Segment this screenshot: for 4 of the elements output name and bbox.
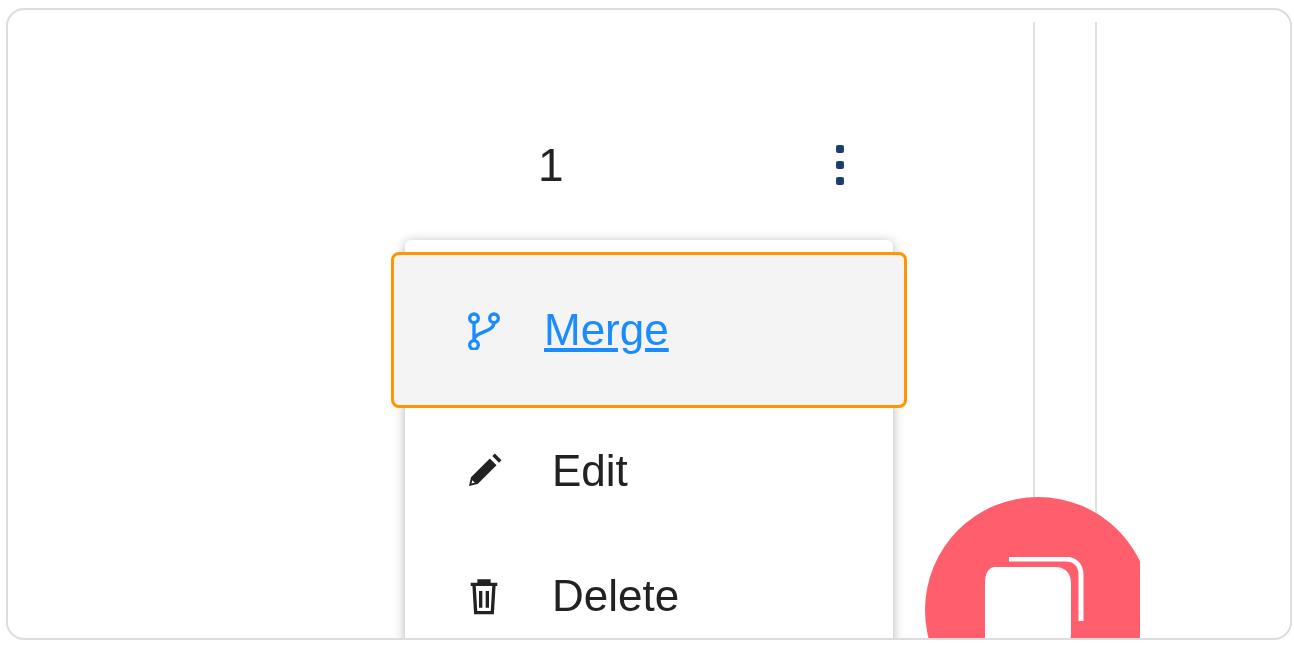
more-options-icon[interactable]: [833, 143, 846, 187]
menu-item[interactable]: Edit: [391, 408, 907, 533]
count-value: 1: [538, 138, 564, 192]
menu-item[interactable]: Delete: [391, 533, 907, 638]
